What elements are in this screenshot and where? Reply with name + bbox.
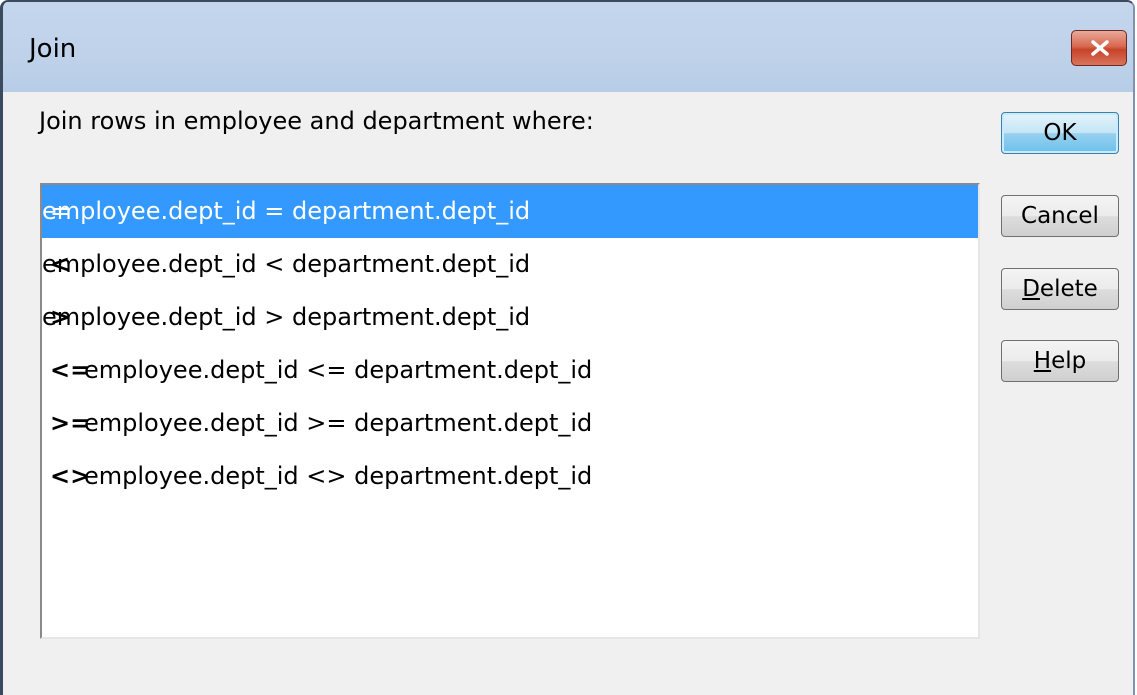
help-mnemonic: H [1033,348,1052,374]
join-condition-item[interactable]: = employee.dept_id = department.dept_id [42,185,978,238]
condition-expression: employee.dept_id >= department.dept_id [84,409,593,437]
join-condition-item[interactable]: < employee.dept_id < department.dept_id [42,238,978,291]
ok-button[interactable]: OK [1001,112,1119,154]
dialog-client-area: Join rows in employee and department whe… [3,92,1133,695]
delete-mnemonic: D [1022,276,1040,302]
condition-expression: employee.dept_id < department.dept_id [42,250,531,278]
help-label-rest: elp [1051,348,1087,374]
delete-button[interactable]: Delete [1001,268,1119,310]
close-x-icon [1091,40,1109,56]
condition-expression: employee.dept_id <> department.dept_id [84,462,593,490]
join-condition-item[interactable]: <> employee.dept_id <> department.dept_i… [42,450,978,503]
join-condition-item[interactable]: <= employee.dept_id <= department.dept_i… [42,344,978,397]
window-title: Join [29,34,77,64]
delete-label-rest: elete [1039,276,1098,302]
join-condition-item[interactable]: > employee.dept_id > department.dept_id [42,291,978,344]
condition-expression: employee.dept_id <= department.dept_id [84,356,593,384]
help-button[interactable]: Help [1001,340,1119,382]
join-prompt-label: Join rows in employee and department whe… [39,107,594,135]
title-bar[interactable]: Join [3,2,1133,92]
join-dialog-window: Join Join rows in employee and departmen… [0,0,1135,695]
condition-expression: employee.dept_id = department.dept_id [42,197,531,225]
close-button[interactable] [1071,30,1127,66]
condition-expression: employee.dept_id > department.dept_id [42,303,531,331]
join-conditions-list[interactable]: = employee.dept_id = department.dept_id … [40,183,980,639]
join-condition-item[interactable]: >= employee.dept_id >= department.dept_i… [42,397,978,450]
cancel-button[interactable]: Cancel [1001,195,1119,237]
